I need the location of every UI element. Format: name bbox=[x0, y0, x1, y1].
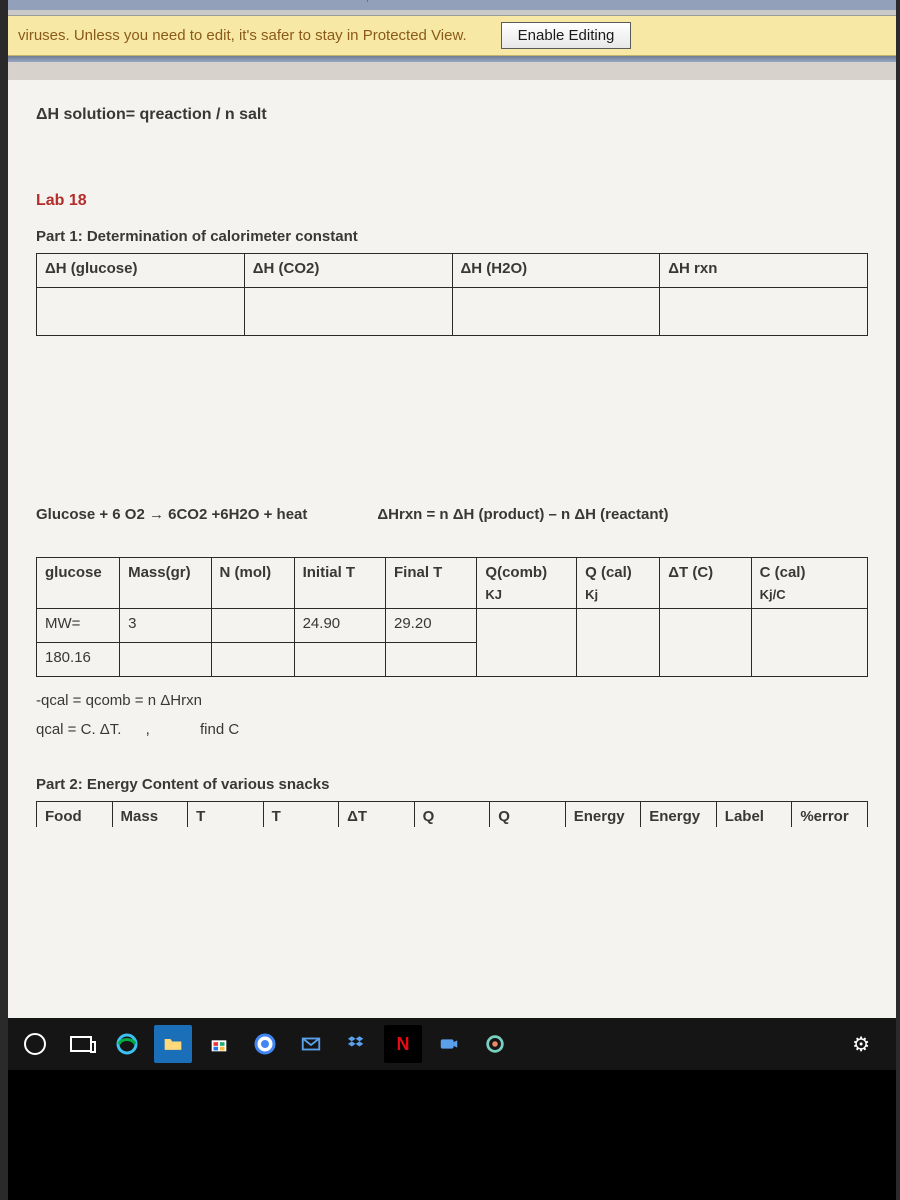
t2-h6-label: Q (cal) bbox=[585, 564, 632, 581]
equation-row: Glucose + 6 O2 → 6CO2 +6H2O + heat ΔHrxn… bbox=[36, 506, 868, 523]
folder-icon bbox=[163, 1034, 183, 1054]
store-button[interactable] bbox=[200, 1025, 238, 1063]
t2-r1c1: 3 bbox=[120, 609, 211, 643]
camera-button[interactable] bbox=[430, 1025, 468, 1063]
t2-r2c4 bbox=[386, 643, 477, 677]
bottom-black bbox=[8, 1070, 896, 1200]
t2-r1c2 bbox=[211, 609, 294, 643]
t2-r2c2 bbox=[211, 643, 294, 677]
t2-h6: Q (cal) Kj bbox=[577, 558, 660, 609]
netflix-button[interactable]: N bbox=[384, 1025, 422, 1063]
t2-r1c8 bbox=[751, 609, 867, 677]
t3-h10: %error bbox=[792, 802, 868, 828]
document-viewport[interactable]: ΔH solution= qreaction / n salt Lab 18 P… bbox=[8, 62, 896, 1018]
t2-r1c7 bbox=[660, 609, 751, 677]
table1-r1c3 bbox=[452, 288, 660, 336]
mail-button[interactable] bbox=[292, 1025, 330, 1063]
table1-r1c2 bbox=[244, 288, 452, 336]
t2-r2c0: 180.16 bbox=[37, 643, 120, 677]
dropbox-icon bbox=[346, 1033, 368, 1055]
t3-h5: Q bbox=[414, 802, 490, 828]
t3-h9: Label bbox=[716, 802, 792, 828]
t2-h5-label: Q(comb) bbox=[485, 564, 547, 581]
t2-h5: Q(comb) KJ bbox=[477, 558, 577, 609]
chrome-icon bbox=[253, 1032, 277, 1056]
t3-h2: T bbox=[188, 802, 264, 828]
t3-h3: T bbox=[263, 802, 339, 828]
table1-r1c4 bbox=[660, 288, 868, 336]
t2-r2c3 bbox=[294, 643, 385, 677]
t2-h4: Final T bbox=[386, 558, 477, 609]
t2-r2c1 bbox=[120, 643, 211, 677]
protected-view-message: viruses. Unless you need to edit, it's s… bbox=[18, 27, 467, 44]
protected-view-bar: viruses. Unless you need to edit, it's s… bbox=[8, 16, 896, 56]
part2-title: Part 2: Energy Content of various snacks bbox=[36, 776, 868, 793]
post-eq-1: -qcal = qcomb = n ΔHrxn bbox=[36, 687, 868, 716]
t2-r1c6 bbox=[577, 609, 660, 677]
t3-h6: Q bbox=[490, 802, 566, 828]
t3-h8: Energy bbox=[641, 802, 717, 828]
table2: glucose Mass(gr) N (mol) Initial T Final… bbox=[36, 557, 868, 677]
document-page: ΔH solution= qreaction / n salt Lab 18 P… bbox=[8, 62, 896, 1018]
t2-h5-unit: KJ bbox=[485, 587, 568, 602]
edge-button[interactable] bbox=[108, 1025, 146, 1063]
equation-left: Glucose + 6 O2 → 6CO2 +6H2O + heat bbox=[36, 506, 307, 523]
t2-r1c3: 24.90 bbox=[294, 609, 385, 643]
table1-r1c1 bbox=[37, 288, 245, 336]
app-button[interactable] bbox=[476, 1025, 514, 1063]
dropbox-button[interactable] bbox=[338, 1025, 376, 1063]
t2-r1c4: 29.20 bbox=[386, 609, 477, 643]
t3-h4: ΔT bbox=[339, 802, 415, 828]
table3: Food Mass T T ΔT Q Q Energy Energy Label… bbox=[36, 801, 868, 827]
enable-editing-button[interactable]: Enable Editing bbox=[501, 22, 632, 49]
t3-h7: Energy bbox=[565, 802, 641, 828]
t2-h1: Mass(gr) bbox=[120, 558, 211, 609]
t2-r1c5 bbox=[477, 609, 577, 677]
equation-right: ΔHrxn = n ΔH (product) – n ΔH (reactant) bbox=[377, 506, 868, 523]
table1-h3: ΔH (H2O) bbox=[452, 254, 660, 288]
t3-h0: Food bbox=[37, 802, 113, 828]
t2-r1c0: MW= bbox=[37, 609, 120, 643]
mail-icon bbox=[300, 1033, 322, 1055]
edge-icon bbox=[115, 1032, 139, 1056]
formula-text: ΔH solution= qreaction / n salt bbox=[36, 106, 868, 124]
part1-title: Part 1: Determination of calorimeter con… bbox=[36, 228, 868, 245]
settings-icon[interactable]: ⚙ bbox=[852, 1032, 870, 1057]
t2-h8-label: C (cal) bbox=[760, 564, 806, 581]
post-eq-2: qcal = C. ΔT. , find C bbox=[36, 716, 868, 745]
post-equations: -qcal = qcomb = n ΔHrxn qcal = C. ΔT. , … bbox=[36, 687, 868, 744]
camera-icon bbox=[438, 1033, 460, 1055]
post-eq2-a: qcal = C. ΔT. bbox=[36, 721, 121, 738]
table1-h2: ΔH (CO2) bbox=[244, 254, 452, 288]
t2-h8-unit: Kj/C bbox=[760, 587, 859, 602]
file-explorer-button[interactable] bbox=[154, 1025, 192, 1063]
t2-h0: glucose bbox=[37, 558, 120, 609]
chrome-button[interactable] bbox=[246, 1025, 284, 1063]
t2-h2: N (mol) bbox=[211, 558, 294, 609]
t3-h1: Mass bbox=[112, 802, 188, 828]
post-eq2-b: , bbox=[146, 721, 150, 738]
ribbon-area: Help bbox=[8, 0, 896, 10]
t2-h6-unit: Kj bbox=[585, 587, 651, 602]
store-icon bbox=[208, 1033, 230, 1055]
start-button[interactable] bbox=[16, 1025, 54, 1063]
windows-icon bbox=[24, 1033, 46, 1055]
lens-icon bbox=[484, 1033, 506, 1055]
taskview-icon bbox=[70, 1036, 92, 1052]
t2-h7: ΔT (C) bbox=[660, 558, 751, 609]
taskbar: N ⚙ bbox=[8, 1018, 896, 1070]
table1-h1: ΔH (glucose) bbox=[37, 254, 245, 288]
table1-h4: ΔH rxn bbox=[660, 254, 868, 288]
ribbon-tab-help[interactable]: Help bbox=[353, 0, 372, 2]
task-view-button[interactable] bbox=[62, 1025, 100, 1063]
t2-h3: Initial T bbox=[294, 558, 385, 609]
post-eq2-c: find C bbox=[200, 716, 239, 745]
netflix-icon: N bbox=[397, 1034, 410, 1055]
lab-title: Lab 18 bbox=[36, 192, 868, 210]
table1: ΔH (glucose) ΔH (CO2) ΔH (H2O) ΔH rxn bbox=[36, 253, 868, 336]
t2-h8: C (cal) Kj/C bbox=[751, 558, 867, 609]
system-tray: ⚙ bbox=[852, 1032, 888, 1057]
